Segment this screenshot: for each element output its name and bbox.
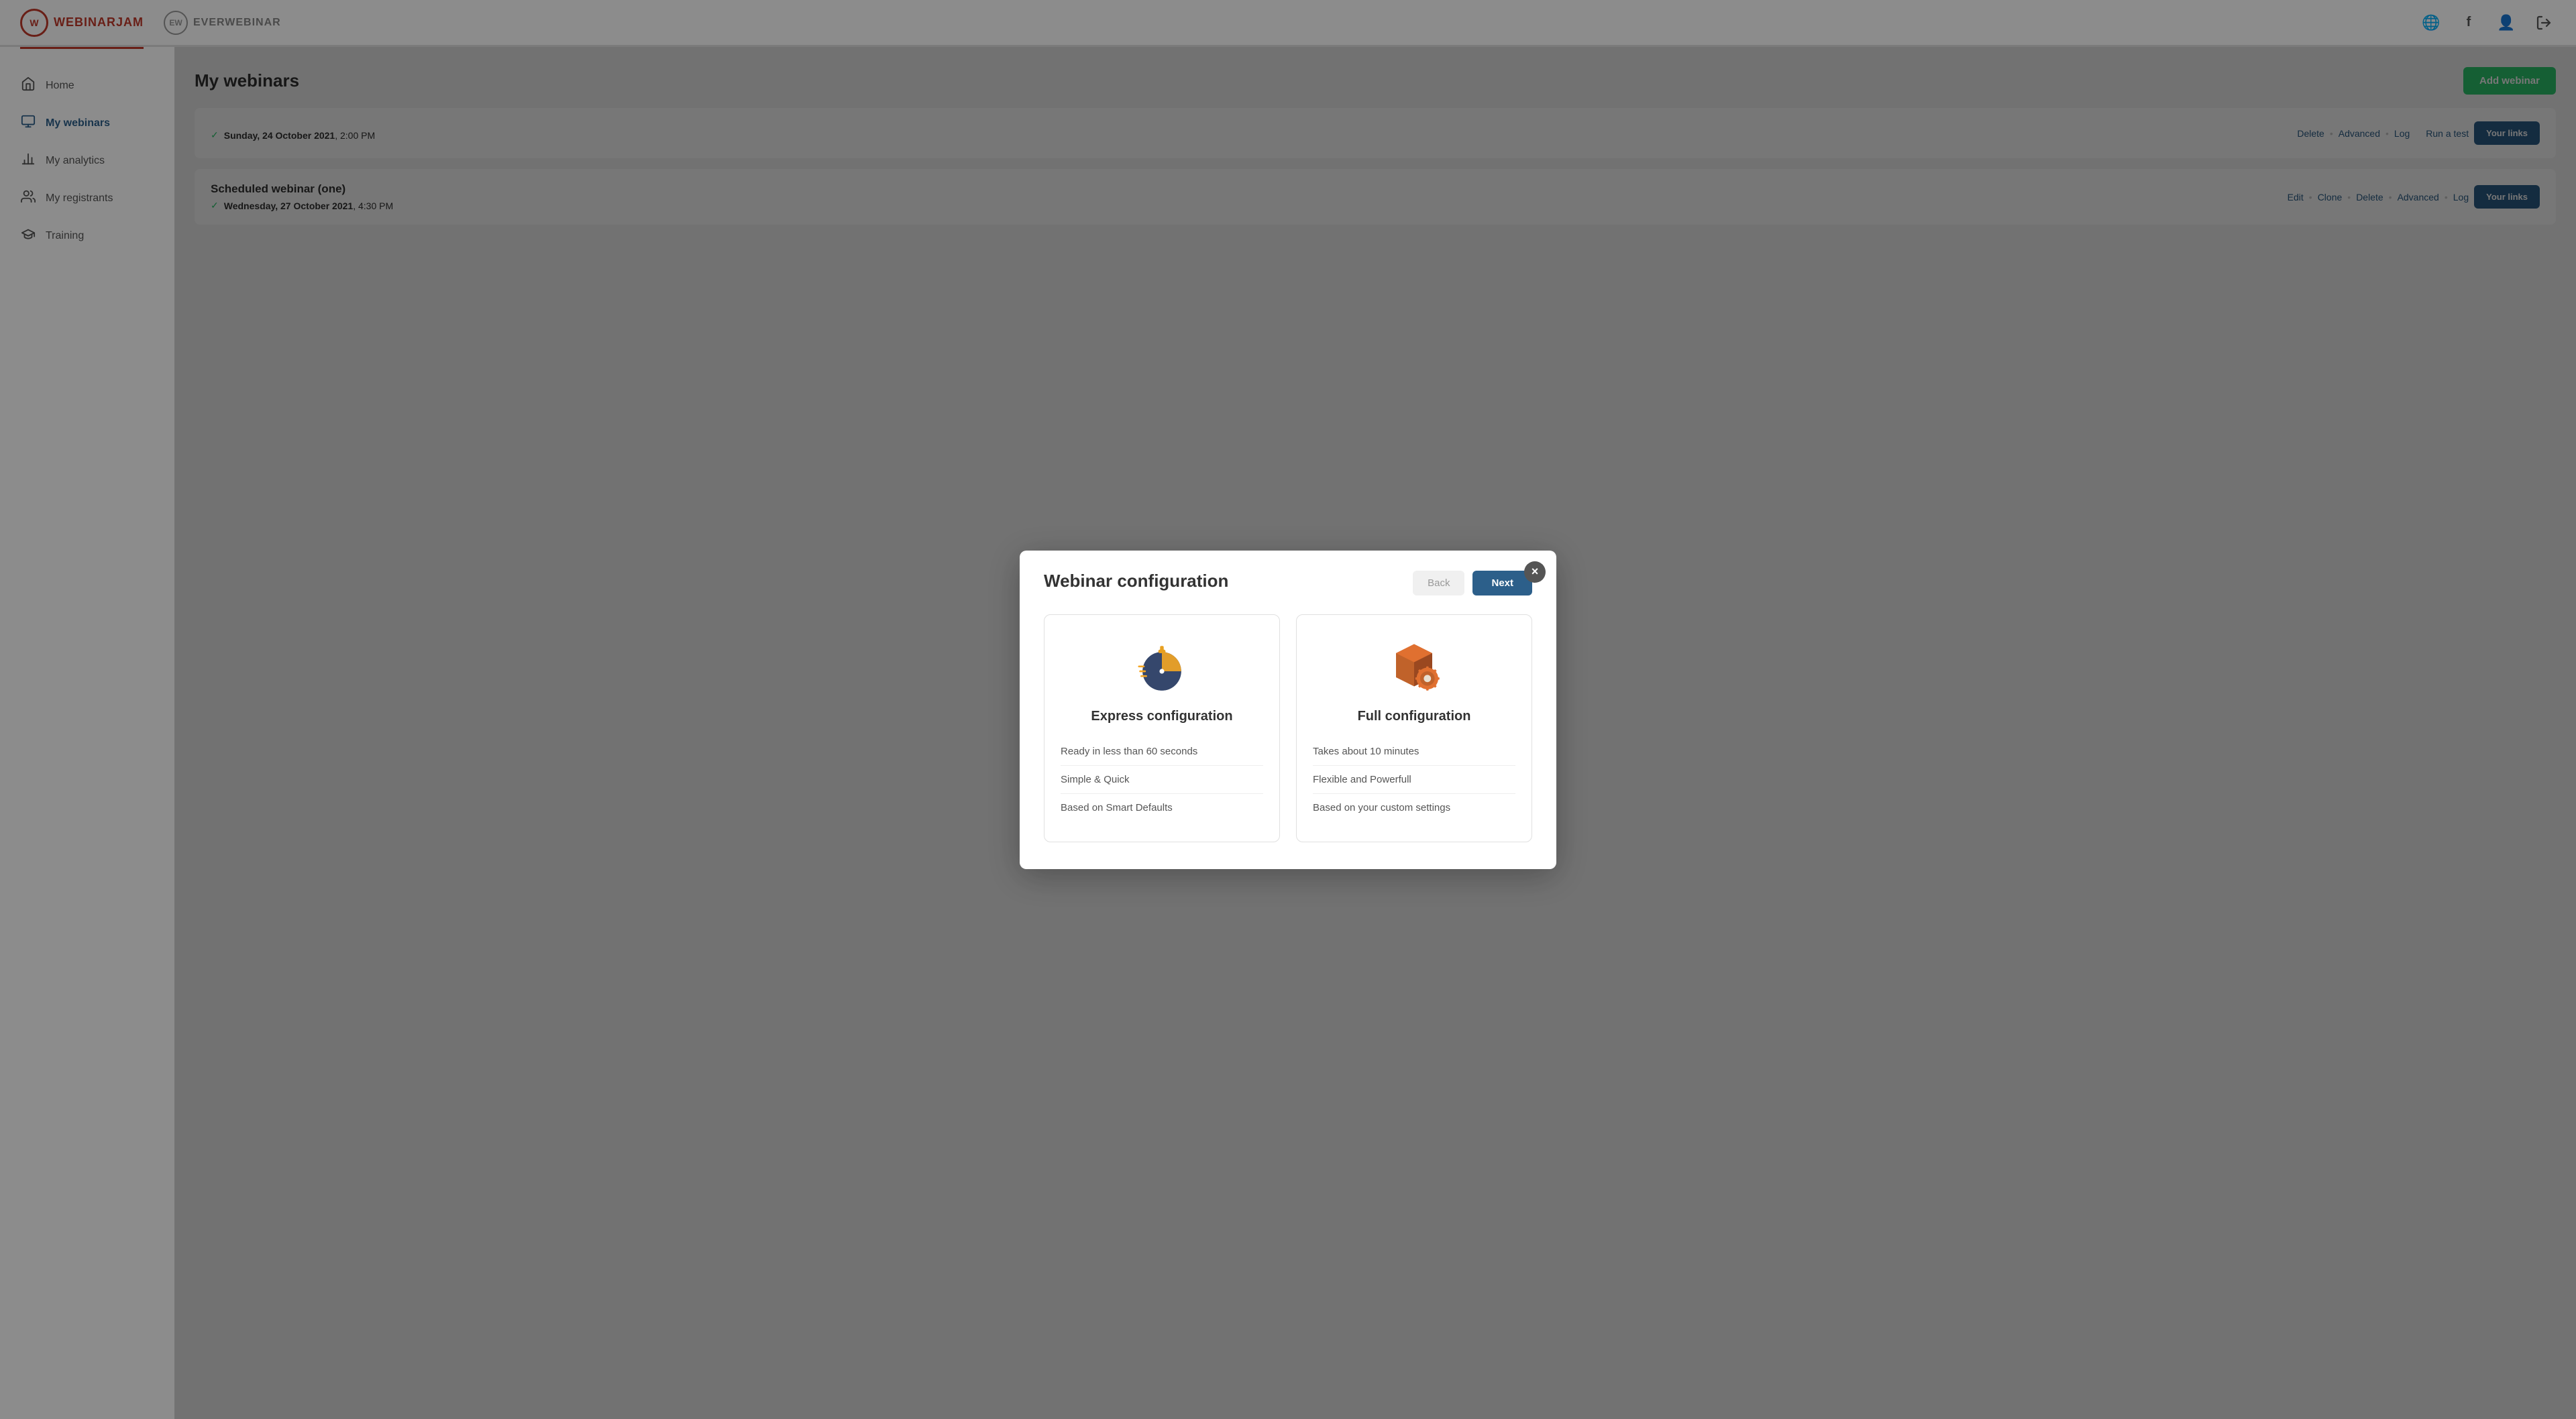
full-feature-1: Takes about 10 minutes [1313, 738, 1515, 766]
webinar-config-modal: × Webinar configuration Back Next [1020, 551, 1556, 869]
express-feature-1: Ready in less than 60 seconds [1061, 738, 1263, 766]
config-cards: Express configuration Ready in less than… [1044, 614, 1532, 842]
full-feature-3: Based on your custom settings [1313, 794, 1515, 821]
express-config-icon [1132, 635, 1192, 695]
full-card-title: Full configuration [1313, 709, 1515, 724]
express-card-title: Express configuration [1061, 709, 1263, 724]
express-config-card[interactable]: Express configuration Ready in less than… [1044, 614, 1280, 842]
express-feature-3: Based on Smart Defaults [1061, 794, 1263, 821]
modal-nav: Back Next [1413, 571, 1532, 595]
full-config-card[interactable]: Full configuration Takes about 10 minute… [1296, 614, 1532, 842]
next-button[interactable]: Next [1472, 571, 1532, 595]
full-feature-2: Flexible and Powerfull [1313, 766, 1515, 794]
modal-title: Webinar configuration [1044, 571, 1228, 591]
express-icon-area [1061, 635, 1263, 695]
close-button[interactable]: × [1524, 561, 1546, 583]
full-icon-area [1313, 635, 1515, 695]
express-feature-2: Simple & Quick [1061, 766, 1263, 794]
back-button[interactable]: Back [1413, 571, 1464, 595]
full-config-icon [1384, 635, 1444, 695]
modal-header: Webinar configuration Back Next [1044, 571, 1532, 595]
modal-overlay: × Webinar configuration Back Next [0, 0, 2576, 1419]
